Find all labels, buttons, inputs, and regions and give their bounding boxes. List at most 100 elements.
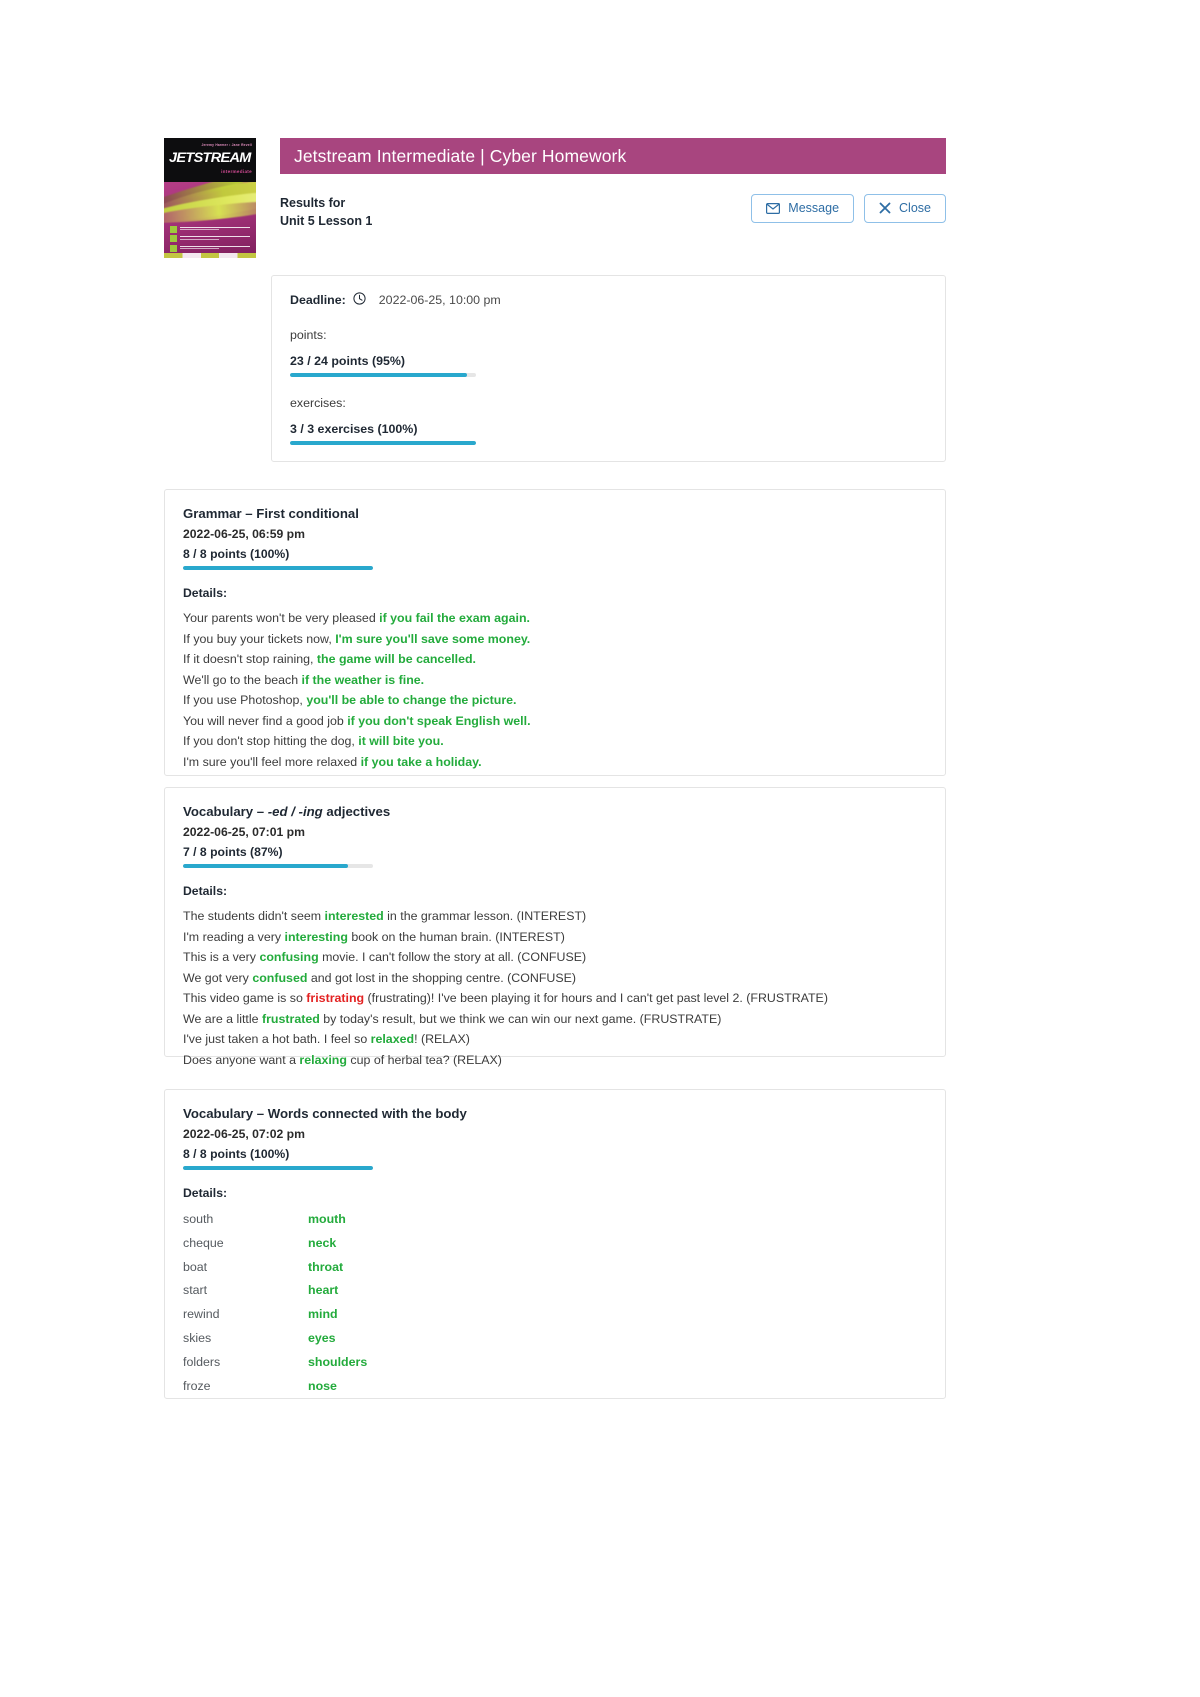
exercise-progress-fill xyxy=(183,1166,373,1170)
message-button-label: Message xyxy=(788,201,840,215)
sentence-text: We are a little xyxy=(183,1011,262,1026)
incorrect-answer-text: fristrating xyxy=(306,991,365,1005)
exercises-meter: exercises: 3 / 3 exercises (100%) xyxy=(290,396,927,445)
points-progress-fill xyxy=(290,373,467,377)
clock-icon xyxy=(353,292,366,308)
sentence-text: If you buy your tickets now, xyxy=(183,631,336,646)
points-meter: points: 23 / 24 points (95%) xyxy=(290,328,927,377)
exercise-date: 2022-06-25, 07:01 pm xyxy=(183,825,305,839)
correct-answer-text: the game will be cancelled. xyxy=(316,652,476,666)
word-pair-answer: shoulders xyxy=(308,1354,368,1369)
deadline-row: Deadline: 2022-06-25, 10:00 pm xyxy=(290,292,927,308)
word-pair-answer: eyes xyxy=(308,1330,336,1345)
exercise-answer-line: Your parents won't be very pleased if yo… xyxy=(183,608,927,629)
correct-answer-text: if you fail the exam again. xyxy=(379,611,530,625)
sentence-text: Your parents won't be very pleased xyxy=(183,611,380,625)
exercises-value: 3 / 3 exercises (100%) xyxy=(290,422,418,436)
word-pair-prompt: rewind xyxy=(183,1307,220,1322)
app-title-bar: Jetstream Intermediate | Cyber Homework xyxy=(280,138,946,174)
exercises-label: exercises: xyxy=(290,396,346,410)
exercise-progress-track xyxy=(183,864,373,868)
book-cover-feature-list xyxy=(170,225,250,255)
sentence-text: book on the human brain. (INTEREST) xyxy=(347,929,565,944)
header-actions: Message Close xyxy=(751,194,946,223)
word-pair-answer: mind xyxy=(308,1307,338,1322)
exercise-answer-line: You will never find a good job if you do… xyxy=(183,711,927,732)
book-cover-logo: JETSTREAM xyxy=(169,150,251,165)
exercise-answer-line: If you don't stop hitting the dog, it wi… xyxy=(183,731,927,752)
close-button[interactable]: Close xyxy=(864,194,946,223)
exercise-date: 2022-06-25, 06:59 pm xyxy=(183,527,305,541)
exercise-progress-fill xyxy=(183,566,373,570)
sentence-text: I've just taken a hot bath. I feel so xyxy=(183,1032,371,1046)
envelope-icon xyxy=(766,202,781,214)
word-pair-prompt: start xyxy=(183,1283,208,1298)
subheader: Results for Unit 5 Lesson 1 Message Clos… xyxy=(280,194,946,230)
exercise-answer-line: Does anyone want a relaxing cup of herba… xyxy=(183,1050,927,1071)
exercise-card: Vocabulary – Words connected with the bo… xyxy=(164,1089,946,1399)
word-pair-row: rewind mind xyxy=(183,1303,927,1327)
exercise-title: Vocabulary – Words connected with the bo… xyxy=(183,1106,467,1121)
word-pair-answer: neck xyxy=(308,1235,337,1250)
sentence-text: in the grammar lesson. (INTEREST) xyxy=(383,909,587,923)
correct-answer-text: I'm sure you'll save some money. xyxy=(335,631,531,646)
book-cover-footer-band xyxy=(164,253,256,258)
sentence-text: ! (RELAX) xyxy=(414,1032,470,1046)
close-icon xyxy=(879,202,891,214)
correct-answer-text: if you don't speak English well. xyxy=(347,713,531,728)
correct-answer-text: confused xyxy=(252,970,308,985)
sentence-text: movie. I can't follow the story at all. … xyxy=(318,950,587,964)
exercise-answer-line: I'm sure you'll feel more relaxed if you… xyxy=(183,752,927,773)
book-cover-top-band: Jeremy Harmer • Jane Revell JETSTREAM in… xyxy=(164,138,256,182)
exercise-progress-fill xyxy=(183,864,349,868)
correct-answer-text: relaxing xyxy=(299,1052,347,1067)
exercise-date: 2022-06-25, 07:02 pm xyxy=(183,1127,305,1141)
word-pair-answer: heart xyxy=(308,1283,339,1298)
word-pair-answer: nose xyxy=(308,1378,337,1393)
exercise-progress-track xyxy=(183,1166,373,1170)
sentence-text: cup of herbal tea? (RELAX) xyxy=(346,1052,502,1067)
correct-answer-text: confusing xyxy=(259,950,319,964)
book-cover-level: intermediate xyxy=(221,169,252,174)
chip-icon xyxy=(170,235,177,242)
exercise-answer-line: I've just taken a hot bath. I feel so re… xyxy=(183,1029,927,1050)
book-cover-feature xyxy=(170,235,250,242)
book-cover-column: Jeremy Harmer • Jane Revell JETSTREAM in… xyxy=(164,138,256,258)
correct-answer-text: it will bite you. xyxy=(358,734,444,748)
message-button[interactable]: Message xyxy=(751,194,855,223)
close-button-label: Close xyxy=(899,201,931,215)
page-root: Jeremy Harmer • Jane Revell JETSTREAM in… xyxy=(0,0,1200,1697)
sentence-text: If it doesn't stop raining, xyxy=(183,652,317,666)
word-pair-prompt: froze xyxy=(183,1378,211,1393)
sentence-text: You will never find a good job xyxy=(183,713,348,728)
correct-answer-text: if you take a holiday. xyxy=(360,754,482,769)
exercise-answer-line: If you buy your tickets now, I'm sure yo… xyxy=(183,629,927,650)
exercise-answer-line: We'll go to the beach if the weather is … xyxy=(183,670,927,691)
page-title: Jetstream Intermediate | Cyber Homework xyxy=(294,145,627,166)
exercise-answer-line: I'm reading a very interesting book on t… xyxy=(183,927,927,948)
exercise-title: Grammar – First conditional xyxy=(183,506,359,521)
points-value: 23 / 24 points (95%) xyxy=(290,354,405,368)
sentence-text: by today's result, but we think we can w… xyxy=(319,1011,722,1026)
deadline-value: 2022-06-25, 10:00 pm xyxy=(378,293,501,307)
sentence-text: We'll go to the beach xyxy=(183,672,302,687)
results-for-label: Results for xyxy=(280,196,346,210)
exercise-answer-line: This is a very confusing movie. I can't … xyxy=(183,947,927,968)
correct-answer-text: interested xyxy=(324,909,384,923)
sentence-text: Does anyone want a xyxy=(183,1052,300,1067)
word-pair-prompt: boat xyxy=(183,1259,208,1274)
word-pair-row: south mouth xyxy=(183,1208,927,1232)
exercise-details-label: Details: xyxy=(183,586,228,600)
exercise-answer-line: We got very confused and got lost in the… xyxy=(183,968,927,989)
word-pair-row: froze nose xyxy=(183,1375,927,1399)
exercise-answer-line: If you use Photoshop, you'll be able to … xyxy=(183,690,927,711)
sentence-text: If you don't stop hitting the dog, xyxy=(183,734,359,748)
sentence-text: and got lost in the shopping centre. (CO… xyxy=(307,970,577,985)
results-unit-label: Unit 5 Lesson 1 xyxy=(280,214,373,229)
sentence-text: (frustrating)! I've been playing it for … xyxy=(364,991,828,1005)
exercise-score: 8 / 8 points (100%) xyxy=(183,547,290,561)
deadline-label: Deadline: xyxy=(290,293,346,307)
exercise-details-label: Details: xyxy=(183,1186,228,1200)
results-heading: Results for Unit 5 Lesson 1 xyxy=(280,194,372,230)
word-pair-row: start heart xyxy=(183,1279,927,1303)
